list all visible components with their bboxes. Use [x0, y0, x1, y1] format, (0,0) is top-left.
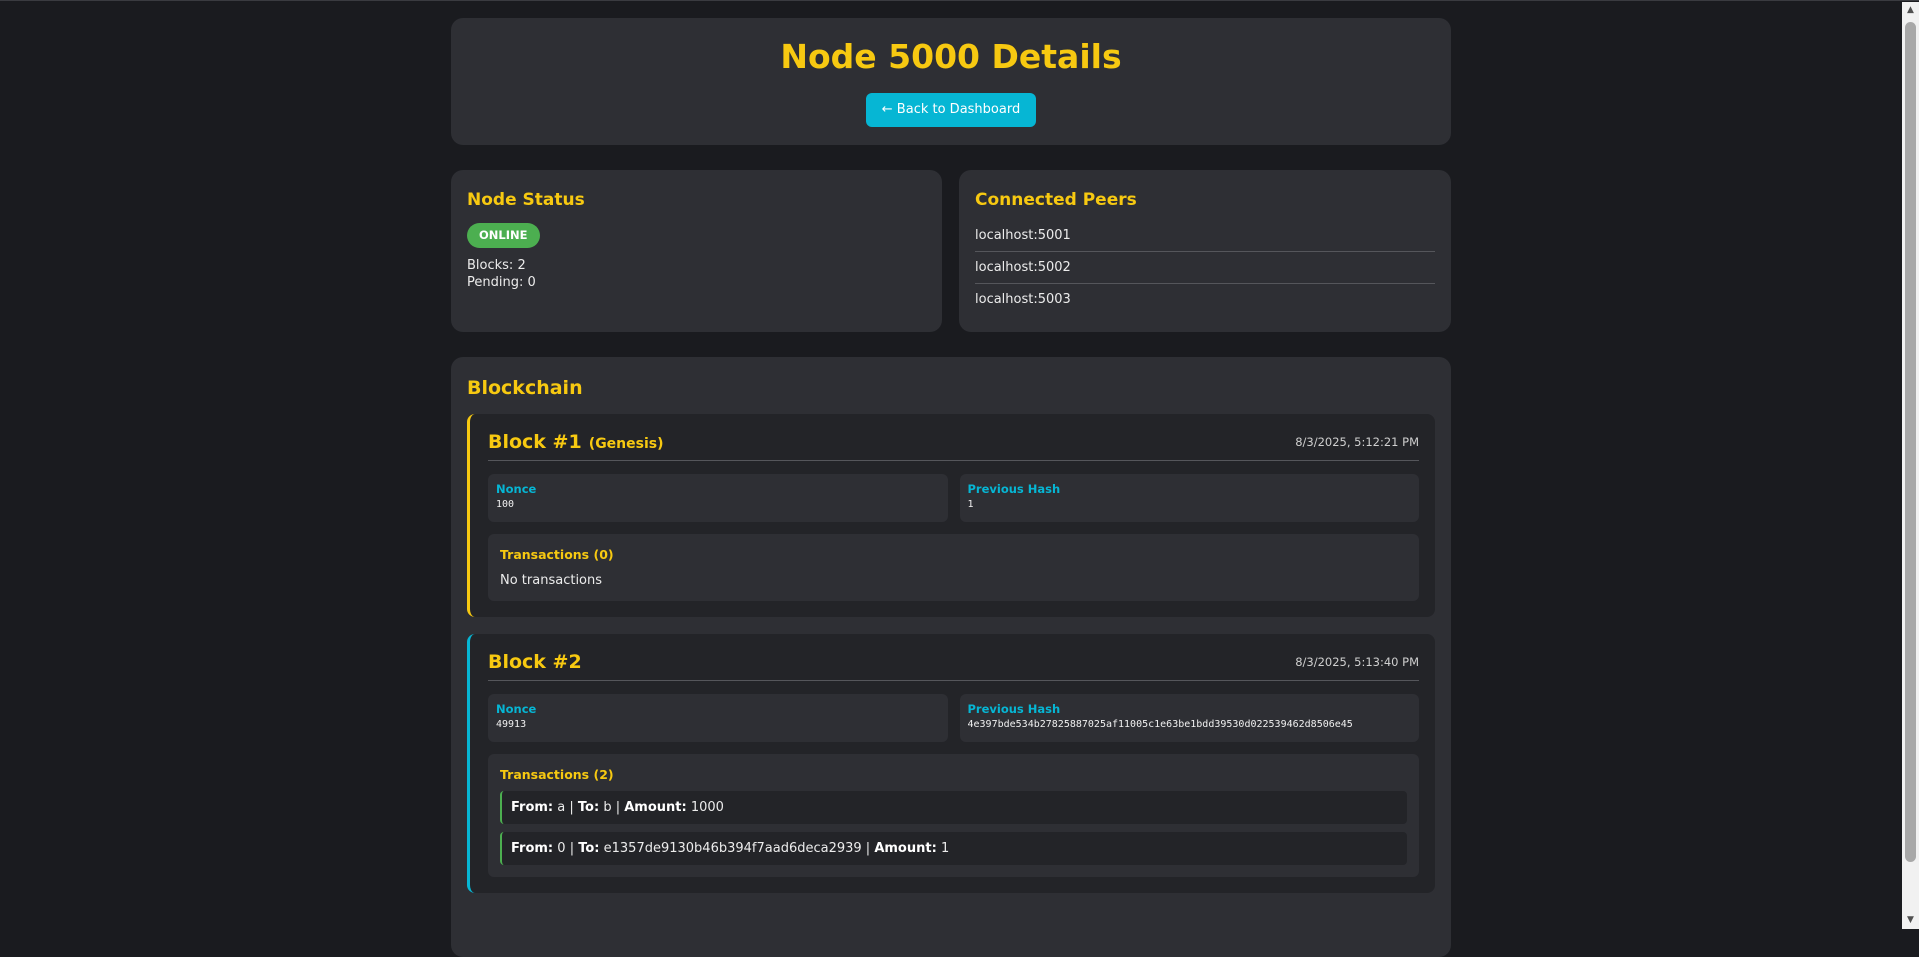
block-meta-row: Nonce 49913 Previous Hash 4e397bde534b27…	[488, 694, 1419, 742]
previous-hash-box: Previous Hash 4e397bde534b27825887025af1…	[959, 694, 1419, 742]
block-timestamp: 8/3/2025, 5:13:40 PM	[1295, 655, 1419, 669]
blocks-count: Blocks: 2	[467, 258, 526, 273]
nonce-label: Nonce	[496, 702, 537, 716]
block-card: Block #1 (Genesis) 8/3/2025, 5:12:21 PM …	[467, 414, 1435, 617]
vertical-scrollbar[interactable]: ▲ ▼	[1902, 2, 1919, 929]
tx-from: a	[557, 800, 566, 815]
peers-list: localhost:5001 localhost:5002 localhost:…	[975, 220, 1435, 315]
scroll-up-arrow-icon[interactable]: ▲	[1902, 2, 1919, 19]
page-title: Node 5000 Details	[780, 37, 1122, 76]
tx-from-label: From:	[511, 841, 554, 856]
peer-item: localhost:5002	[975, 252, 1435, 284]
block-title: Block #2	[488, 651, 582, 673]
tx-from: 0	[557, 841, 566, 856]
transaction-item: From: a | To: b | Amount: 1000	[500, 791, 1407, 824]
no-transactions-text: No transactions	[500, 573, 603, 588]
transactions-box: Transactions (0) No transactions	[488, 534, 1419, 601]
tx-from-label: From:	[511, 800, 554, 815]
tx-to: e1357de9130b46b394f7aad6deca2939	[603, 841, 862, 856]
peer-item: localhost:5003	[975, 292, 1071, 307]
node-status-title: Node Status	[467, 190, 585, 210]
pending-count: Pending: 0	[467, 275, 536, 290]
previous-hash-label: Previous Hash	[967, 482, 1061, 496]
previous-hash-value: 1	[967, 499, 974, 510]
previous-hash-label: Previous Hash	[967, 702, 1061, 716]
tx-amount: 1000	[690, 800, 724, 815]
transactions-title: Transactions (2)	[500, 767, 614, 782]
peer-item: localhost:5001	[975, 220, 1435, 252]
tx-to-label: To:	[578, 841, 600, 856]
transaction-item: From: 0 | To: e1357de9130b46b394f7aad6de…	[500, 832, 1407, 865]
previous-hash-box: Previous Hash 1	[959, 474, 1419, 522]
block-card: Block #2 8/3/2025, 5:13:40 PM Nonce 4991…	[467, 634, 1435, 893]
tx-amount: 1	[940, 841, 950, 856]
scroll-down-arrow-icon[interactable]: ▼	[1902, 912, 1919, 929]
scrollbar-thumb[interactable]	[1905, 22, 1916, 862]
block-meta-row: Nonce 100 Previous Hash 1	[488, 474, 1419, 522]
info-row: Node Status ONLINE Blocks: 2 Pending: 0 …	[451, 170, 1451, 332]
block-header: Block #2 8/3/2025, 5:13:40 PM	[488, 651, 1419, 681]
page-header: Node 5000 Details ← Back to Dashboard	[451, 18, 1451, 145]
connected-peers-title: Connected Peers	[975, 190, 1137, 210]
block-timestamp: 8/3/2025, 5:12:21 PM	[1295, 435, 1419, 449]
tx-to-label: To:	[577, 800, 600, 815]
page-container: Node 5000 Details ← Back to Dashboard No…	[451, 18, 1451, 957]
back-to-dashboard-button[interactable]: ← Back to Dashboard	[865, 93, 1037, 127]
tx-to: b	[603, 800, 612, 815]
nonce-box: Nonce 100	[488, 474, 948, 522]
blockchain-title: Blockchain	[467, 377, 583, 399]
genesis-tag: (Genesis)	[588, 436, 664, 452]
nonce-label: Nonce	[496, 482, 537, 496]
block-title: Block #1	[488, 431, 582, 453]
node-stats: Blocks: 2 Pending: 0	[467, 257, 926, 291]
block-title-group: Block #1 (Genesis)	[488, 431, 664, 453]
tx-amount-label: Amount:	[624, 800, 687, 815]
transactions-title: Transactions (0)	[500, 547, 614, 562]
nonce-value: 49913	[496, 719, 527, 730]
tx-amount-label: Amount:	[874, 841, 937, 856]
connected-peers-card: Connected Peers localhost:5001 localhost…	[959, 170, 1451, 332]
status-badge: ONLINE	[467, 223, 540, 248]
previous-hash-value: 4e397bde534b27825887025af11005c1e63be1bd…	[967, 719, 1353, 730]
transactions-box: Transactions (2) From: a | To: b | Amoun…	[488, 754, 1419, 877]
node-status-card: Node Status ONLINE Blocks: 2 Pending: 0	[451, 170, 942, 332]
blockchain-card: Blockchain Block #1 (Genesis) 8/3/2025, …	[451, 357, 1451, 957]
nonce-box: Nonce 49913	[488, 694, 948, 742]
block-header: Block #1 (Genesis) 8/3/2025, 5:12:21 PM	[488, 431, 1419, 461]
nonce-value: 100	[496, 499, 515, 510]
